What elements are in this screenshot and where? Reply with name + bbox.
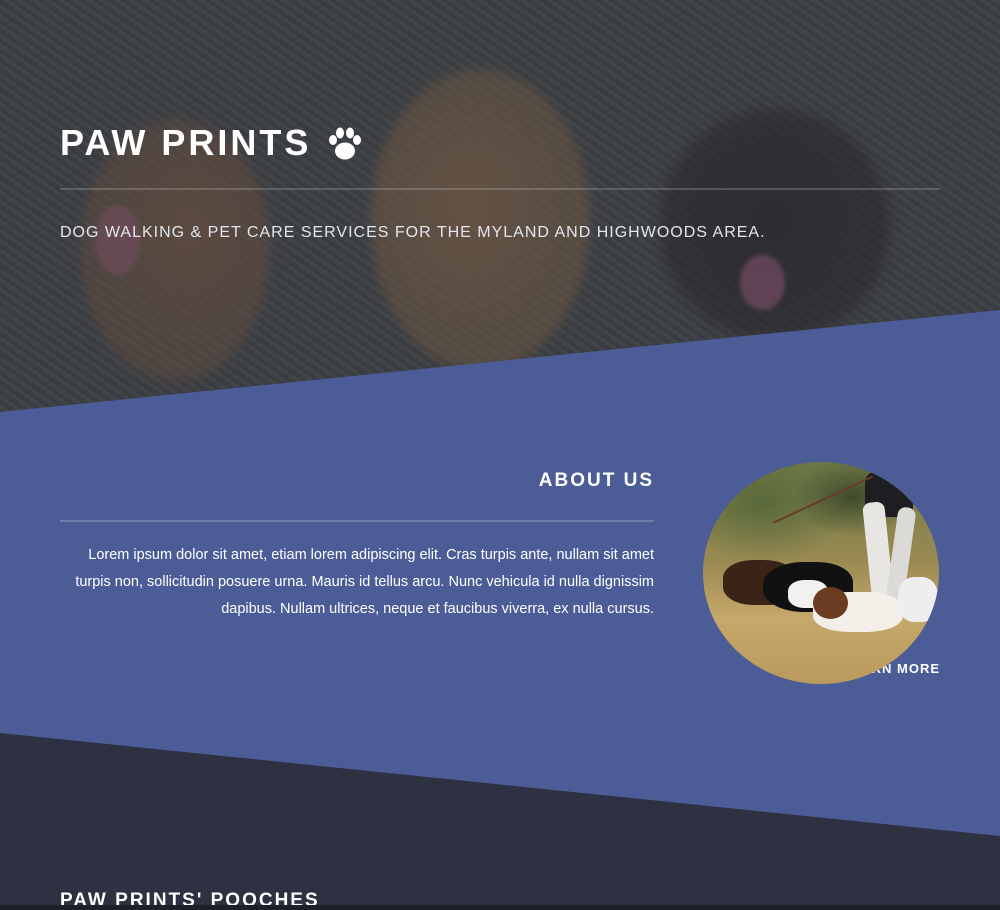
bottom-bar (0, 905, 1000, 910)
about-divider (60, 520, 654, 522)
paw-icon (329, 127, 362, 160)
about-title: ABOUT US (538, 470, 654, 491)
pooches-section-background (0, 733, 1000, 910)
hero-content: PAW PRINTS DOG WALKING & PET CARE SERVIC… (60, 118, 940, 242)
photo-leash (772, 475, 874, 524)
about-body: Lorem ipsum dolor sit amet, etiam lorem … (75, 547, 654, 617)
about-photo-dog-walker (703, 462, 939, 684)
hero-banner: PAW PRINTS DOG WALKING & PET CARE SERVIC… (0, 0, 1000, 420)
site-title: PAW PRINTS (60, 118, 940, 168)
photo-dog-patch (813, 587, 848, 619)
about-text-block: ABOUT US Lorem ipsum dolor sit amet, eti… (60, 470, 654, 623)
hero-divider (60, 188, 940, 190)
photo-dog (898, 577, 938, 622)
hero-tagline: DOG WALKING & PET CARE SERVICES FOR THE … (60, 224, 766, 241)
site-title-text: PAW PRINTS (60, 122, 312, 163)
about-section: ABOUT US Lorem ipsum dolor sit amet, eti… (60, 462, 940, 700)
